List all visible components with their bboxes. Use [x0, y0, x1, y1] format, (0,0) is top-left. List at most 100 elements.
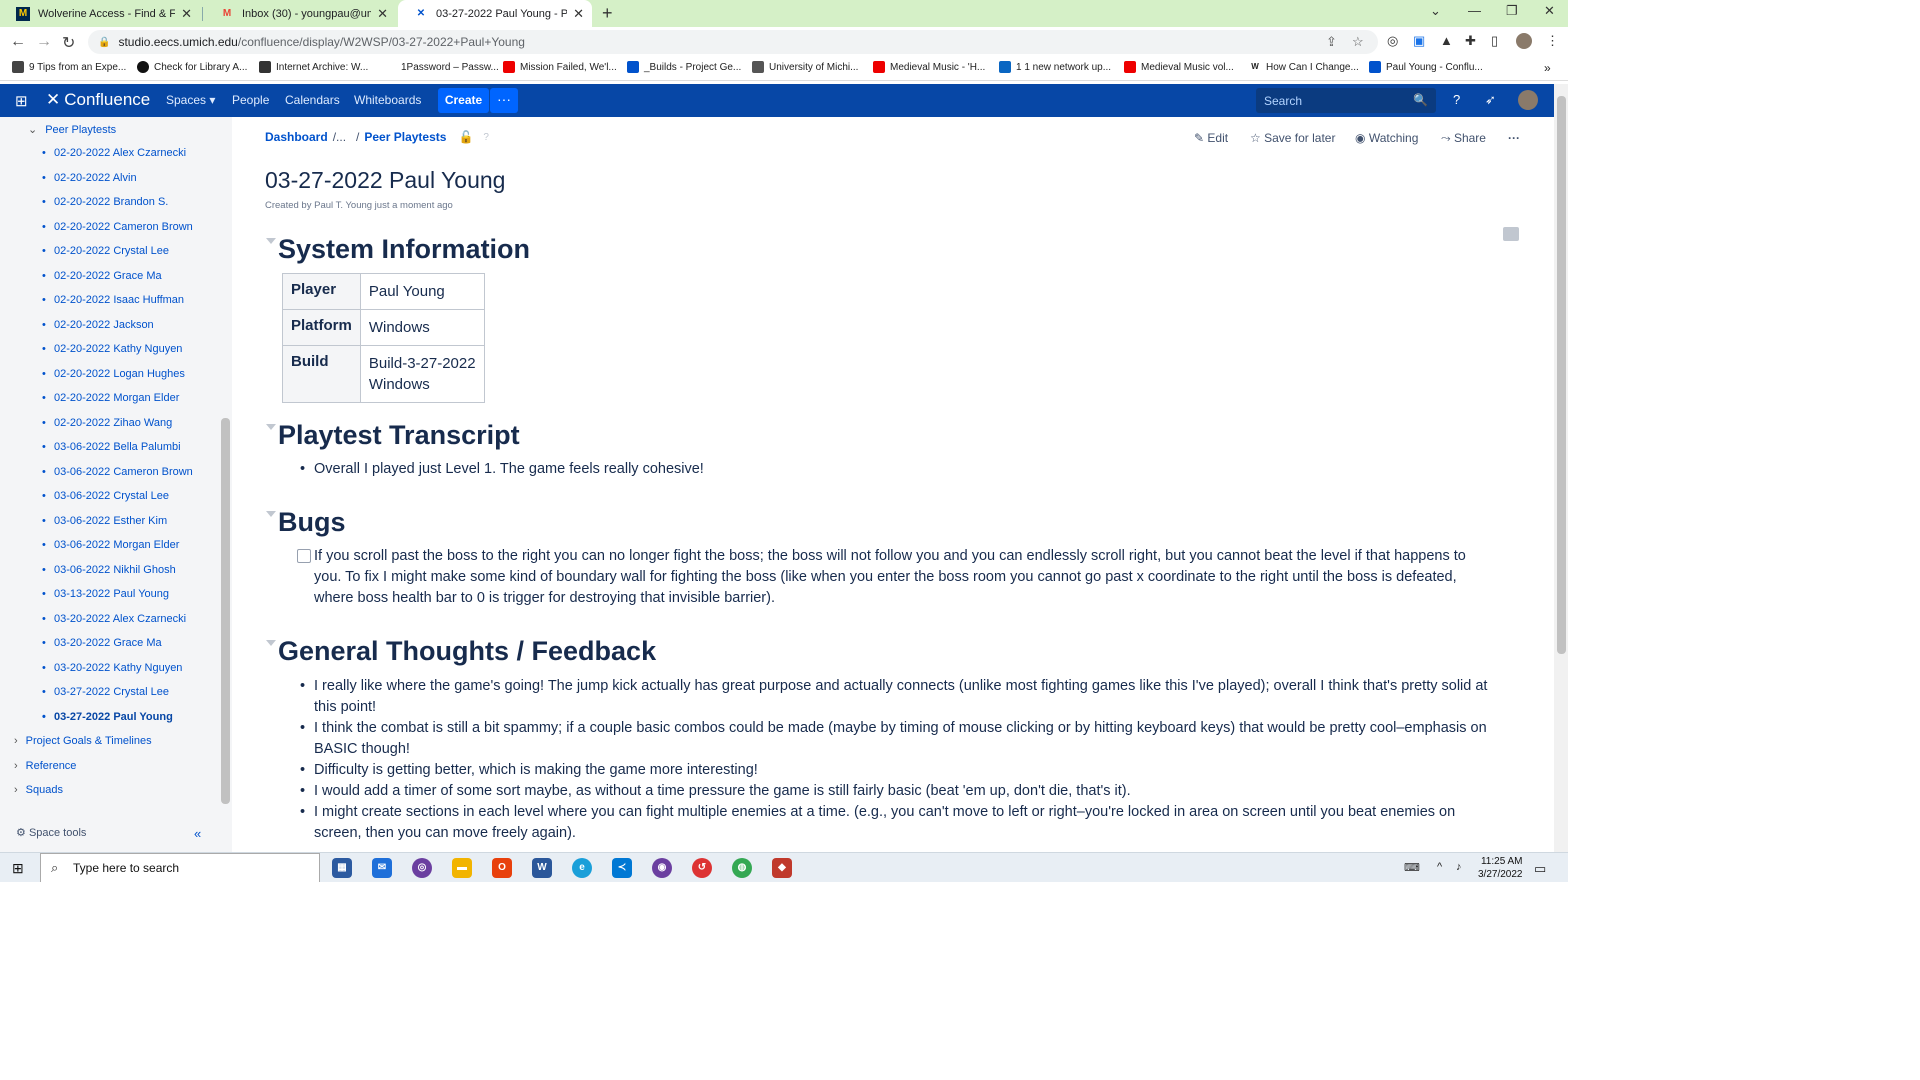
share-page-icon[interactable]: ⇪: [1326, 34, 1337, 50]
bookmark-item[interactable]: University of Michi...: [752, 61, 858, 73]
tree-item-playtest[interactable]: 02-20-2022 Crystal Lee: [42, 245, 169, 257]
side-panel-icon[interactable]: ▯: [1491, 33, 1498, 49]
create-more-button[interactable]: ···: [490, 88, 518, 113]
tree-item-playtest[interactable]: 02-20-2022 Cameron Brown: [42, 221, 193, 233]
user-avatar[interactable]: [1518, 90, 1538, 110]
tree-item-playtest[interactable]: 02-20-2022 Alvin: [42, 172, 136, 184]
tree-item-project-goals[interactable]: › Project Goals & Timelines: [14, 735, 152, 747]
address-bar[interactable]: 🔒 studio.eecs.umich.edu/confluence/displ…: [88, 30, 1378, 54]
share-button[interactable]: ⤳ Share: [1441, 131, 1486, 146]
taskbar-vscode-icon[interactable]: ≺: [612, 858, 632, 878]
tree-item-playtest[interactable]: 02-20-2022 Jackson: [42, 319, 154, 331]
help-icon[interactable]: ?: [1453, 92, 1460, 107]
bookmark-item[interactable]: 1Password – Passw...: [384, 61, 499, 73]
nav-spaces[interactable]: Spaces ▾: [166, 93, 215, 107]
tree-item-playtest[interactable]: 03-13-2022 Paul Young: [42, 588, 169, 600]
new-tab-plus-icon[interactable]: +: [602, 3, 613, 24]
collapse-sidebar-icon[interactable]: «: [194, 826, 201, 841]
tab-confluence-page[interactable]: ✕ 03-27-2022 Paul Young - Project ✕: [398, 0, 592, 27]
nav-people[interactable]: People: [232, 93, 269, 107]
taskbar-word-icon[interactable]: W: [532, 858, 552, 878]
tree-item-playtest[interactable]: 03-06-2022 Esther Kim: [42, 515, 167, 527]
taskbar-chrome-icon[interactable]: ◍: [732, 858, 752, 878]
tree-item-reference[interactable]: › Reference: [14, 760, 76, 772]
space-tools-button[interactable]: ⚙ Space tools: [16, 826, 86, 839]
taskbar-edge-icon[interactable]: e: [572, 858, 592, 878]
tree-item-playtest[interactable]: 02-20-2022 Grace Ma: [42, 270, 162, 282]
reload-icon[interactable]: ↻: [62, 33, 75, 53]
bookmark-item[interactable]: Medieval Music - 'H...: [873, 61, 985, 73]
tree-item-playtest[interactable]: 03-27-2022 Paul Young: [42, 711, 173, 723]
page-outline-icon[interactable]: [1503, 227, 1519, 241]
confluence-logo[interactable]: ✕ Confluence: [46, 90, 150, 110]
tree-item-peer-playtests[interactable]: ⌄ Peer Playtests: [28, 123, 116, 136]
bookmark-item[interactable]: Check for Library A...: [137, 61, 247, 73]
tree-item-playtest[interactable]: 02-20-2022 Kathy Nguyen: [42, 343, 182, 355]
tree-item-playtest[interactable]: 02-20-2022 Zihao Wang: [42, 417, 172, 429]
bookmark-star-icon[interactable]: ☆: [1352, 34, 1364, 50]
tab-close-icon[interactable]: ✕: [377, 6, 388, 22]
tree-item-playtest[interactable]: 02-20-2022 Isaac Huffman: [42, 294, 184, 306]
bookmark-item[interactable]: W How Can I Change...: [1249, 61, 1359, 73]
restore-icon[interactable]: ❐: [1506, 3, 1518, 19]
notifications-icon[interactable]: ➶: [1485, 92, 1496, 108]
bookmark-item[interactable]: Medieval Music vol...: [1124, 61, 1234, 73]
extension-3-icon[interactable]: ▲: [1440, 33, 1453, 48]
close-window-icon[interactable]: ✕: [1544, 3, 1555, 19]
profile-avatar-icon[interactable]: [1516, 33, 1532, 49]
confluence-search-input[interactable]: Search 🔍: [1256, 88, 1436, 113]
tree-item-playtest[interactable]: 02-20-2022 Alex Czarnecki: [42, 147, 186, 159]
back-arrow-icon[interactable]: ←: [10, 33, 26, 51]
browser-menu-icon[interactable]: ⋮: [1546, 33, 1559, 49]
tab-search-chevron-icon[interactable]: ⌄: [1430, 3, 1441, 19]
taskbar-office-icon[interactable]: O: [492, 858, 512, 878]
more-bookmarks-icon[interactable]: »: [1544, 61, 1551, 75]
nav-calendars[interactable]: Calendars: [285, 93, 340, 107]
extension-1-icon[interactable]: ◎: [1387, 33, 1398, 49]
forward-arrow-icon[interactable]: →: [36, 33, 52, 51]
taskbar-store-icon[interactable]: ▦: [332, 858, 352, 878]
app-switcher-grid-icon[interactable]: ⊞: [15, 92, 28, 110]
tree-item-playtest[interactable]: 03-06-2022 Crystal Lee: [42, 490, 169, 502]
tree-item-playtest[interactable]: 03-20-2022 Kathy Nguyen: [42, 662, 182, 674]
breadcrumb-peer-playtests[interactable]: Peer Playtests: [364, 130, 446, 144]
breadcrumb-ellipsis[interactable]: /...: [333, 130, 346, 144]
taskbar-search-input[interactable]: ⌕ Type here to search: [40, 853, 320, 882]
tree-item-playtest[interactable]: 02-20-2022 Logan Hughes: [42, 368, 185, 380]
taskbar-app-icon[interactable]: ↺: [692, 858, 712, 878]
help-circle-icon[interactable]: ?: [483, 132, 489, 143]
bookmark-item[interactable]: Mission Failed, We'l...: [503, 61, 617, 73]
tree-item-playtest[interactable]: 03-20-2022 Alex Czarnecki: [42, 613, 186, 625]
page-scrollbar-thumb[interactable]: [1557, 96, 1566, 654]
tree-item-squads[interactable]: › Squads: [14, 784, 63, 796]
tree-item-playtest[interactable]: 02-20-2022 Brandon S.: [42, 196, 168, 208]
taskbar-app-icon[interactable]: ◆: [772, 858, 792, 878]
minimize-icon[interactable]: —: [1468, 3, 1481, 18]
windows-start-icon[interactable]: ⊞: [12, 860, 24, 877]
taskbar-file-explorer-icon[interactable]: ▬: [452, 858, 472, 878]
extension-2-icon[interactable]: ▣: [1413, 33, 1425, 49]
tree-item-playtest[interactable]: 02-20-2022 Morgan Elder: [42, 392, 179, 404]
notification-center-icon[interactable]: ▭: [1534, 861, 1546, 877]
watching-button[interactable]: ◉ Watching: [1355, 131, 1418, 145]
tab-close-icon[interactable]: ✕: [573, 6, 584, 22]
keyboard-icon[interactable]: ⌨: [1404, 861, 1420, 874]
taskbar-app-icon[interactable]: ◎: [412, 858, 432, 878]
nav-whiteboards[interactable]: Whiteboards: [354, 93, 421, 107]
bookmark-item[interactable]: 9 Tips from an Expe...: [12, 61, 126, 73]
unlock-icon[interactable]: 🔓: [458, 130, 473, 144]
tree-item-playtest[interactable]: 03-06-2022 Bella Palumbi: [42, 441, 181, 453]
taskbar-mail-icon[interactable]: ✉: [372, 858, 392, 878]
taskbar-app-icon[interactable]: ◉: [652, 858, 672, 878]
save-for-later-button[interactable]: ☆ Save for later: [1250, 131, 1335, 145]
sidebar-scrollbar[interactable]: [221, 418, 230, 804]
tree-item-playtest[interactable]: 03-06-2022 Cameron Brown: [42, 466, 193, 478]
tree-item-playtest[interactable]: 03-06-2022 Morgan Elder: [42, 539, 179, 551]
bookmark-item[interactable]: _Builds - Project Ge...: [627, 61, 741, 73]
more-actions-button[interactable]: ···: [1508, 131, 1520, 145]
puzzle-extensions-icon[interactable]: ✚: [1465, 33, 1476, 49]
tab-gmail-inbox[interactable]: M Inbox (30) - youngpau@umich.e ✕: [204, 0, 396, 27]
bookmark-item[interactable]: Internet Archive: W...: [259, 61, 368, 73]
tree-item-playtest[interactable]: 03-27-2022 Crystal Lee: [42, 686, 169, 698]
tree-item-playtest[interactable]: 03-06-2022 Nikhil Ghosh: [42, 564, 176, 576]
